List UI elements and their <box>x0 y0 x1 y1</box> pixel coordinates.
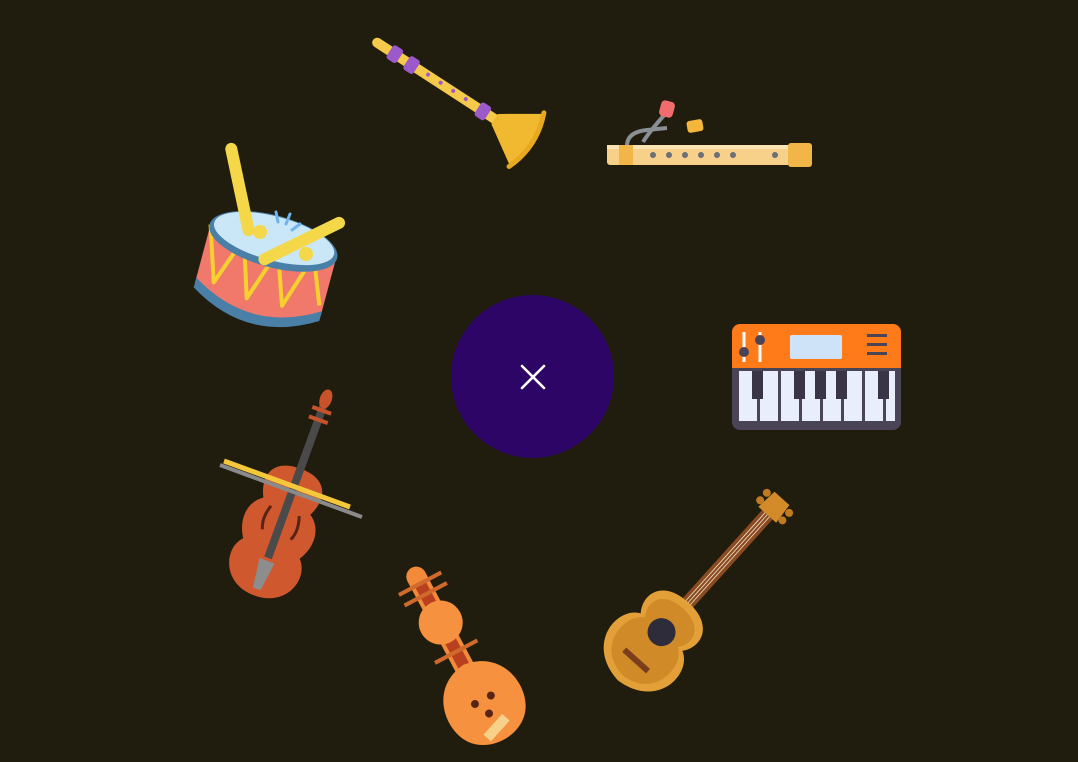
close-icon <box>520 364 545 389</box>
instrument-keyboard[interactable] <box>732 324 902 431</box>
flute-icon <box>607 100 812 167</box>
instrument-sitar[interactable] <box>395 550 550 750</box>
instrument-violin[interactable] <box>210 385 370 600</box>
drum-icon <box>193 142 346 328</box>
instrument-drum[interactable] <box>188 140 393 350</box>
keyboard-icon <box>732 324 901 430</box>
sitar-icon <box>397 566 526 746</box>
close-button[interactable] <box>451 295 614 458</box>
instrument-guitar[interactable] <box>595 488 805 695</box>
guitar-icon <box>603 488 794 692</box>
instrument-radial-menu <box>0 0 1078 762</box>
violin-icon <box>219 389 363 599</box>
instrument-trumpet[interactable] <box>365 32 565 182</box>
instrument-flute[interactable] <box>605 98 815 173</box>
trumpet-icon <box>372 37 547 170</box>
